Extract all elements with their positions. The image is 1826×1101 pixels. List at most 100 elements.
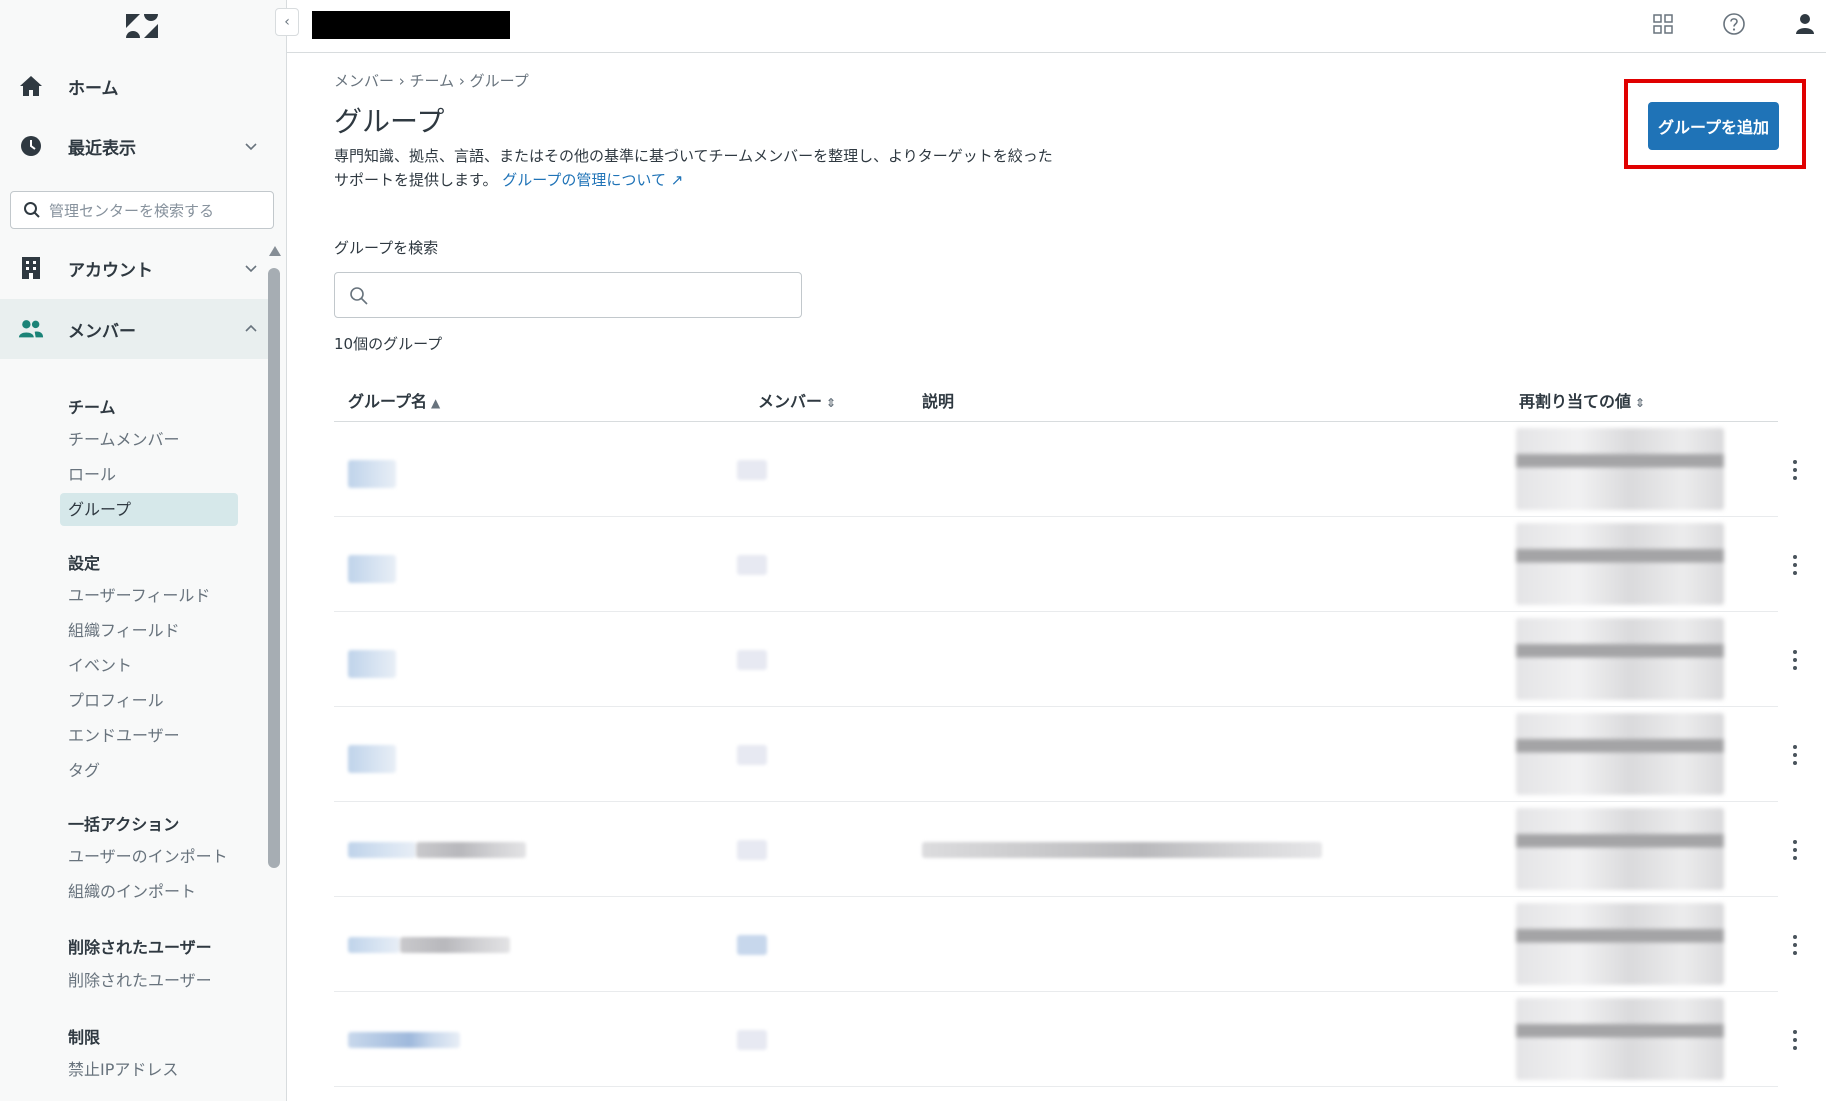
table-row[interactable]	[334, 517, 1797, 612]
redacted-member-count	[737, 650, 767, 670]
admin-search-input[interactable]: 管理センターを検索する	[10, 191, 274, 229]
add-group-button[interactable]: グループを追加	[1648, 102, 1779, 150]
redacted-member-count	[737, 935, 767, 955]
group-search-label: グループを検索	[334, 239, 439, 257]
page-title: グループ	[334, 105, 445, 138]
redacted-reassign-value	[1516, 903, 1724, 985]
column-header-members-label: メンバー	[758, 392, 823, 411]
nav-account-label: アカウント	[68, 260, 153, 281]
sidebar-item-groups[interactable]: グループ	[60, 493, 238, 526]
search-icon	[24, 202, 40, 218]
sort-asc-icon: ▲	[431, 396, 441, 410]
table-row[interactable]	[334, 612, 1797, 707]
learn-more-link[interactable]: グループの管理について ↗	[502, 171, 683, 189]
row-actions-icon[interactable]	[1793, 555, 1797, 575]
sidebar: ホーム 最近表示 管理センターを検索する アカウント メンバー チーム チームメ…	[0, 0, 287, 1101]
redacted-group-name	[416, 842, 526, 858]
redacted-group-name	[348, 650, 396, 678]
redacted-reassign-value	[1516, 428, 1724, 510]
table-row[interactable]	[334, 707, 1797, 802]
column-header-reassign-label: 再割り当ての値	[1519, 392, 1632, 411]
redacted-group-name	[348, 745, 396, 773]
page-description: 専門知識、拠点、言語、またはその他の基準に基づいてチームメンバーを整理し、よりタ…	[334, 144, 1054, 192]
redacted-member-count	[737, 1030, 767, 1050]
grid-icon[interactable]	[1651, 12, 1675, 36]
column-header-name-label: グループ名	[348, 392, 428, 411]
sidebar-item-tags[interactable]: タグ	[60, 754, 238, 787]
sidebar-item-org-import[interactable]: 組織のインポート	[60, 875, 238, 908]
sidebar-item-end-users[interactable]: エンドユーザー	[60, 719, 238, 752]
limits-heading: 制限	[68, 1028, 101, 1047]
redacted-group-name	[348, 937, 400, 953]
sidebar-item-org-fields[interactable]: 組織フィールド	[60, 614, 238, 647]
sidebar-item-ip-restrictions[interactable]: 禁止IPアドレス	[60, 1053, 238, 1086]
learn-more-link-text: グループの管理について	[502, 171, 666, 189]
chevron-up-icon	[244, 321, 258, 335]
table-row[interactable]	[334, 802, 1797, 897]
sort-icon: ⇕	[826, 396, 837, 410]
chevron-down-icon	[244, 260, 258, 274]
scrollbar-thumb[interactable]	[268, 268, 280, 868]
admin-search-placeholder: 管理センターを検索する	[49, 201, 215, 220]
sidebar-item-profiles[interactable]: プロフィール	[60, 684, 238, 717]
row-actions-icon[interactable]	[1793, 935, 1797, 955]
clock-icon	[18, 133, 44, 159]
sidebar-item-roles[interactable]: ロール	[60, 458, 238, 491]
scroll-up-arrow-icon[interactable]	[269, 246, 281, 256]
row-actions-icon[interactable]	[1793, 460, 1797, 480]
external-link-icon: ↗	[670, 171, 684, 189]
nav-account[interactable]: アカウント	[0, 238, 272, 298]
sidebar-item-user-import[interactable]: ユーザーのインポート	[60, 840, 238, 873]
nav-home[interactable]: ホーム	[0, 56, 272, 116]
row-actions-icon[interactable]	[1793, 745, 1797, 765]
redacted-reassign-value	[1516, 998, 1724, 1080]
top-bar	[287, 0, 1826, 53]
collapse-sidebar-button[interactable]: ‹	[275, 8, 299, 36]
nav-recent[interactable]: 最近表示	[0, 116, 272, 176]
sidebar-scrollbar[interactable]	[267, 246, 281, 1101]
group-count: 10個のグループ	[334, 335, 443, 353]
sort-icon: ⇕	[1635, 396, 1646, 410]
row-actions-icon[interactable]	[1793, 840, 1797, 860]
column-header-members[interactable]: メンバー ⇕	[758, 388, 836, 412]
table-row[interactable]	[334, 422, 1797, 517]
redacted-group-name	[348, 555, 396, 583]
nav-members-label: メンバー	[68, 321, 136, 342]
row-actions-icon[interactable]	[1793, 650, 1797, 670]
question-circle-icon[interactable]	[1722, 12, 1746, 36]
sidebar-item-user-fields[interactable]: ユーザーフィールド	[60, 579, 238, 612]
sidebar-item-events[interactable]: イベント	[60, 649, 238, 682]
redacted-account-name	[312, 11, 510, 39]
redacted-member-count	[737, 745, 767, 765]
column-header-reassign[interactable]: 再割り当ての値 ⇕	[1519, 388, 1645, 412]
redacted-reassign-value	[1516, 808, 1724, 890]
redacted-reassign-value	[1516, 713, 1724, 795]
zendesk-logo-icon[interactable]	[124, 12, 160, 40]
table-row[interactable]	[334, 992, 1797, 1087]
bulk-actions-heading: 一括アクション	[68, 815, 180, 834]
column-header-name[interactable]: グループ名 ▲	[348, 388, 440, 412]
nav-home-label: ホーム	[68, 78, 119, 99]
sidebar-item-team-members[interactable]: チームメンバー	[60, 423, 238, 456]
redacted-group-name	[348, 460, 396, 488]
nav-members[interactable]: メンバー	[0, 299, 272, 359]
redacted-member-count	[737, 460, 767, 480]
group-search-input[interactable]	[334, 272, 802, 318]
row-actions-icon[interactable]	[1793, 1030, 1797, 1050]
groups-table: グループ名 ▲ メンバー ⇕ 説明 再割り当ての値 ⇕	[334, 372, 1797, 1087]
breadcrumb[interactable]: メンバー › チーム › グループ	[334, 70, 529, 91]
chevron-down-icon	[244, 138, 258, 152]
main-content: メンバー › チーム › グループ グループ 専門知識、拠点、言語、またはその他…	[287, 54, 1826, 1101]
user-icon[interactable]	[1793, 12, 1817, 36]
table-row[interactable]	[334, 897, 1797, 992]
redacted-reassign-value	[1516, 523, 1724, 605]
table-header: グループ名 ▲ メンバー ⇕ 説明 再割り当ての値 ⇕	[334, 372, 1778, 422]
redacted-reassign-value	[1516, 618, 1724, 700]
redacted-description	[922, 842, 1322, 858]
redacted-group-name	[400, 937, 510, 953]
deleted-users-heading: 削除されたユーザー	[68, 938, 212, 957]
sidebar-item-deleted-users[interactable]: 削除されたユーザー	[60, 964, 238, 997]
redacted-group-name	[348, 1032, 460, 1048]
home-icon	[18, 73, 44, 99]
settings-heading: 設定	[68, 554, 101, 573]
